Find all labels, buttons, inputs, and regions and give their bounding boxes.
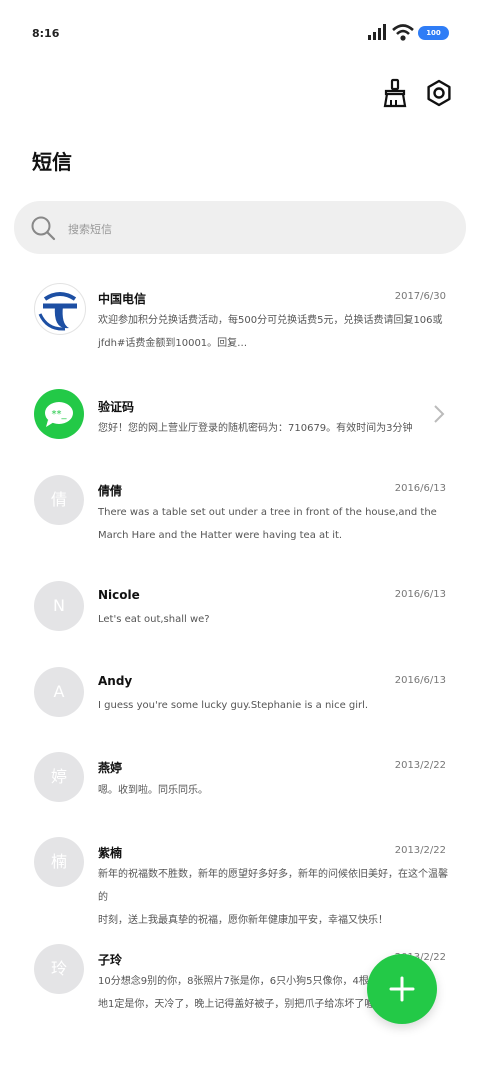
contact-name: 燕婷 xyxy=(98,761,123,775)
message-preview: There was a table set out under a tree i… xyxy=(98,501,450,547)
contact-name: 倩倩 xyxy=(98,484,123,498)
avatar: 楠 xyxy=(34,837,84,887)
china-telecom-logo xyxy=(34,283,86,335)
avatar: 玲 xyxy=(34,944,84,994)
signal-icon xyxy=(368,24,386,40)
contact-name: Andy xyxy=(98,674,133,688)
message-preview: 新年的祝福数不胜数，新年的愿望好多好多，新年的问候依旧美好，在这个温馨的 时刻，… xyxy=(98,863,450,932)
message-preview-line: I guess you're some lucky guy.Stephanie … xyxy=(98,700,369,711)
message-preview-line: There was a table set out under a tree i… xyxy=(98,507,437,518)
svg-text:**_: **_ xyxy=(52,409,68,420)
avatar: A xyxy=(34,667,84,717)
message-preview-line: Let's eat out,shall we? xyxy=(98,614,210,625)
avatar: 倩 xyxy=(34,475,84,525)
message-preview-line: 新年的祝福数不胜数，新年的愿望好多好多，新年的问候依旧美好，在这个温馨的 xyxy=(98,869,448,903)
message-preview-line: March Hare and the Hatter were having te… xyxy=(98,530,343,541)
contact-name: 紫楠 xyxy=(98,846,123,860)
message-preview-line: 嗯。收到啦。同乐同乐。 xyxy=(98,785,208,796)
search-icon xyxy=(31,216,56,241)
settings-icon[interactable] xyxy=(424,78,454,108)
search-placeholder: 搜索短信 xyxy=(68,223,112,236)
verification-code-icon: **_ xyxy=(34,389,84,439)
message-preview: 欢迎参加积分兑换话费活动，每500分可兑换话费5元，兑换话费请回复106或 jf… xyxy=(98,309,450,355)
message-preview: I guess you're some lucky guy.Stephanie … xyxy=(98,694,450,717)
contact-name: Nicole xyxy=(98,588,140,602)
message-preview-line: 您好！您的网上营业厅登录的随机密码为：710679。有效时间为3分钟 xyxy=(98,423,413,434)
message-preview: 嗯。收到啦。同乐同乐。 xyxy=(98,779,450,802)
status-time: 8:16 xyxy=(32,27,60,40)
message-date: 2016/6/13 xyxy=(394,675,446,686)
battery-indicator: 100 xyxy=(418,26,449,40)
message-preview-line: 欢迎参加积分兑换话费活动，每500分可兑换话费5元，兑换话费请回复106或 xyxy=(98,315,443,326)
compose-button[interactable] xyxy=(367,954,437,1024)
search-bar[interactable]: 搜索短信 xyxy=(14,201,466,254)
avatar: N xyxy=(34,581,84,631)
broom-icon[interactable] xyxy=(380,78,410,108)
message-preview: Let's eat out,shall we? xyxy=(98,608,450,631)
message-preview: 您好！您的网上营业厅登录的随机密码为：710679。有效时间为3分钟 xyxy=(98,417,450,440)
contact-name: 验证码 xyxy=(98,400,135,414)
message-date: 2017/6/30 xyxy=(394,291,446,302)
wifi-icon xyxy=(392,24,414,41)
avatar: 婷 xyxy=(34,752,84,802)
contact-name: 中国电信 xyxy=(98,292,147,306)
contact-name: 子玲 xyxy=(98,953,123,967)
status-bar: 8:16 100 xyxy=(0,0,480,60)
plus-icon xyxy=(389,976,415,1002)
message-date: 2016/6/13 xyxy=(394,589,446,600)
page-title: 短信 xyxy=(32,150,72,174)
message-date: 2013/2/22 xyxy=(394,845,446,856)
chevron-right-icon[interactable] xyxy=(433,404,445,424)
message-date: 2016/6/13 xyxy=(394,483,446,494)
message-preview-line: jfdh#话费金额到10001。回复… xyxy=(98,338,248,349)
message-date: 2013/2/22 xyxy=(394,760,446,771)
message-preview-line: 时刻，送上我最真挚的祝福，愿你新年健康加平安，幸福又快乐！ xyxy=(98,915,388,926)
